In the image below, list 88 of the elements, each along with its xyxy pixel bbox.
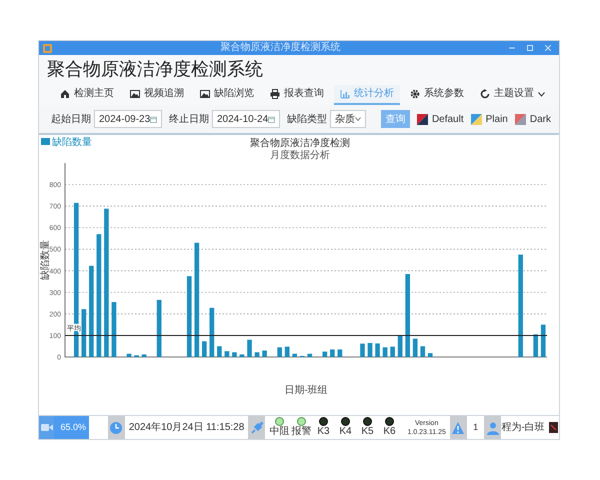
user-icon [486,420,500,434]
lamp-label: K4 [339,426,352,438]
bar [390,346,395,357]
bar [375,343,380,357]
close-icon[interactable] [545,45,551,51]
bar [82,309,86,357]
image-icon [130,89,140,99]
legend-swatch [41,138,50,145]
bar [428,353,433,357]
video-icon [40,423,53,432]
bar [368,343,372,357]
bar [360,344,365,357]
app-icon [43,44,52,52]
chart-icon [340,89,350,99]
window-title: 聚合物原液洁净度检测系统 [220,43,342,53]
bar [277,347,282,357]
bar [292,354,298,357]
lamp-label: 报警 [291,426,312,438]
refresh-icon [480,89,490,99]
chart-title: 聚合物原液洁净度检测 [250,138,350,149]
bar [398,335,402,357]
clock-icon [109,420,124,434]
image-icon [200,89,210,99]
bar [382,347,388,357]
minimize-icon[interactable] [509,45,515,51]
progress-reading: 65.0% [60,420,86,434]
user-shift: 程为-白班 [501,416,549,439]
maximize-icon[interactable] [527,45,533,51]
y-axis-title: 缺陷数量 [40,240,51,280]
x-axis-title: 日期-班组 [284,385,328,396]
home-icon [60,89,70,99]
caret-icon [355,117,361,121]
bar [156,300,162,357]
nav-tab[interactable]: 系统参数 [404,85,470,105]
bar [247,340,252,357]
bar [420,346,426,357]
theme-option[interactable]: Plain [470,112,508,126]
bar [210,308,214,357]
warning-icon [451,420,466,434]
date-field[interactable]: 2024-10-24 [212,110,280,128]
nav-tab[interactable]: 主题设置 [474,85,551,105]
bar [533,334,538,357]
date-field[interactable]: 2024-09-23 [94,110,162,128]
bar [284,346,290,357]
nav-tab[interactable]: 报表查询 [264,85,330,105]
theme-swatch-icon [416,114,428,124]
nav-tab[interactable]: 缺陷浏览 [194,85,260,105]
bar [217,346,222,357]
plug-icon [250,420,264,434]
bar [202,341,207,357]
theme-option[interactable]: Dark [514,112,551,126]
bar [142,354,146,357]
bar [322,352,328,357]
app-title: 聚合物原液洁净度检测系统 [47,60,263,78]
theme-swatch-icon [470,114,482,124]
legend-label: 缺陷数量 [52,137,92,148]
gear-icon [410,89,420,99]
lamp-label: 中阻 [269,426,290,438]
bar [540,324,546,357]
logo-icon [549,422,558,433]
bar [112,302,116,357]
bar [232,352,237,357]
calendar-icon [268,114,275,124]
theme-option[interactable]: Default [416,112,464,126]
bar [412,338,418,357]
alert-count: 1 [467,416,484,439]
field-label: 终止日期 [169,112,209,126]
field-label: 缺陷类型 [287,112,327,126]
bar [240,354,244,357]
nav-tab[interactable]: 视频追溯 [124,85,190,105]
lamp-label: K5 [361,426,374,438]
datetime-text: 2024年10月24日 11:15:28 [124,416,248,439]
chart-subtitle: 月度数据分析 [270,150,330,161]
type-dropdown[interactable]: 杂质 [330,110,366,128]
printer-icon [270,89,280,99]
lamp-label: K6 [383,426,396,438]
bar [254,352,260,357]
bar [338,349,342,357]
lamp-label: K3 [317,426,330,438]
bar [224,351,230,357]
theme-swatch-icon [514,114,526,124]
field-label: 起始日期 [51,112,91,126]
calendar-icon [150,114,157,124]
bar [307,354,312,357]
bar [262,350,267,357]
bar [330,349,335,357]
bar [126,354,132,357]
nav-tab[interactable]: 检测主页 [54,85,120,105]
